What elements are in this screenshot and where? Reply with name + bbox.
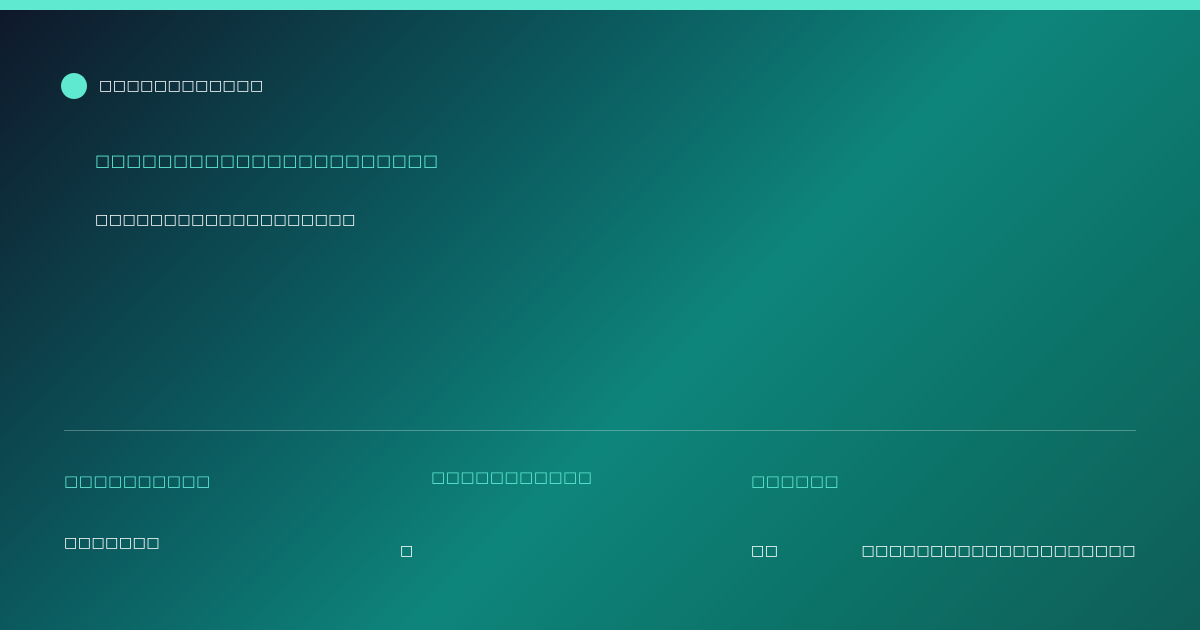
footer-value-1: □□□□□□□: [64, 535, 161, 551]
footer-divider: [64, 430, 1136, 431]
subline: □□□□□□□□□□□□□□□□□□□: [95, 212, 356, 228]
brand-logo-icon: [61, 73, 87, 99]
footer-value-2: □: [400, 543, 414, 559]
footer-value-3: □□: [751, 543, 779, 559]
top-accent-bar: [0, 0, 1200, 10]
footer-label-2: □□□□□□□□□□□: [431, 468, 593, 486]
footer-value-4: □□□□□□□□□□□□□□□□□□□□: [861, 543, 1136, 559]
footer-label-3: □□□□□□: [751, 472, 840, 490]
headline: □□□□□□□□□□□□□□□□□□□□□□: [95, 151, 439, 170]
brand: □□□□□□□□□□□□: [61, 73, 264, 99]
footer-label-1: □□□□□□□□□□: [64, 472, 211, 490]
brand-name: □□□□□□□□□□□□: [99, 78, 264, 94]
